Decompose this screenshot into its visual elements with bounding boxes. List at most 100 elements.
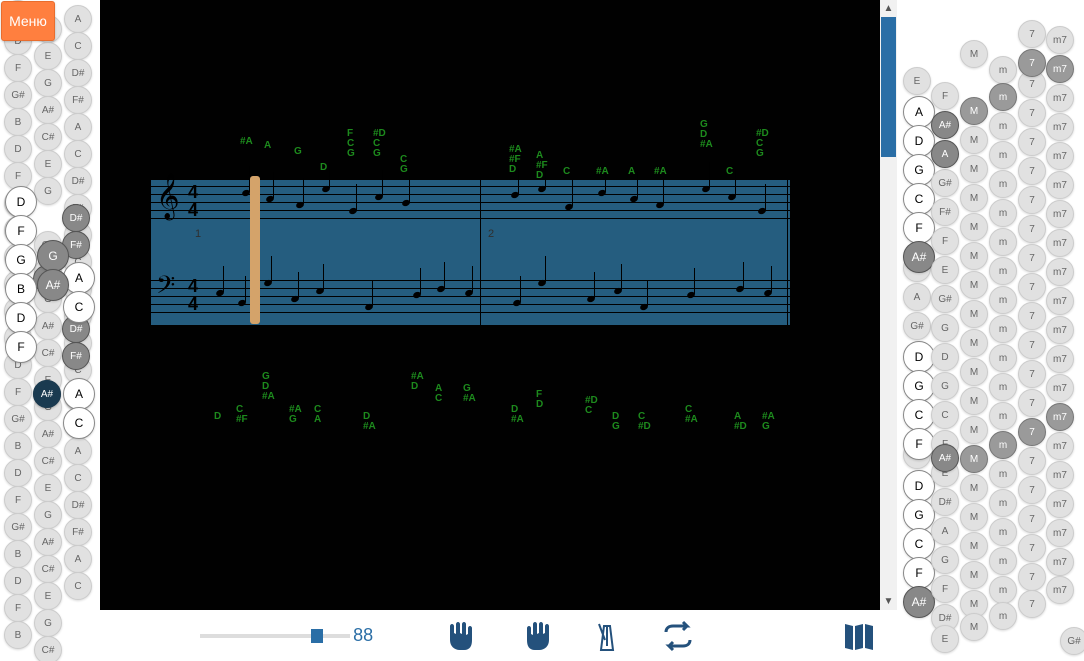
keyboard-button[interactable]: m bbox=[989, 56, 1017, 84]
keyboard-button[interactable]: m7 bbox=[1046, 490, 1074, 518]
keyboard-button[interactable]: A bbox=[931, 517, 959, 545]
keyboard-button[interactable]: F bbox=[931, 82, 959, 110]
keyboard-button[interactable]: 7 bbox=[1018, 331, 1046, 359]
keyboard-button[interactable]: A bbox=[64, 437, 92, 465]
keyboard-button[interactable]: m bbox=[989, 141, 1017, 169]
scroll-down-icon[interactable]: ▼ bbox=[880, 593, 897, 610]
keyboard-button[interactable]: m7 bbox=[1046, 461, 1074, 489]
keyboard-button[interactable]: B bbox=[4, 432, 32, 460]
keyboard-button[interactable]: G# bbox=[4, 513, 32, 541]
keyboard-button[interactable]: D# bbox=[64, 167, 92, 195]
keyboard-button[interactable]: 7 bbox=[1018, 99, 1046, 127]
metronome-button[interactable] bbox=[586, 614, 627, 658]
keyboard-button[interactable]: M bbox=[960, 503, 988, 531]
keyboard-button[interactable]: D bbox=[4, 459, 32, 487]
keyboard-button[interactable]: m7 bbox=[1046, 258, 1074, 286]
keyboard-button[interactable]: m bbox=[989, 83, 1017, 111]
keyboard-button[interactable]: C bbox=[63, 407, 95, 439]
keyboard-button[interactable]: m bbox=[989, 460, 1017, 488]
keyboard-button[interactable]: 7 bbox=[1018, 20, 1046, 48]
keyboard-button[interactable]: m7 bbox=[1046, 113, 1074, 141]
keyboard-button[interactable]: 7 bbox=[1018, 418, 1046, 446]
keyboard-button[interactable]: m bbox=[989, 170, 1017, 198]
keyboard-button[interactable]: G# bbox=[903, 312, 931, 340]
keyboard-button[interactable]: m bbox=[989, 576, 1017, 604]
keyboard-button[interactable]: G# bbox=[931, 169, 959, 197]
keyboard-button[interactable]: G bbox=[931, 314, 959, 342]
keyboard-button[interactable]: m bbox=[989, 547, 1017, 575]
keyboard-button[interactable]: F# bbox=[64, 518, 92, 546]
keyboard-button[interactable]: F bbox=[5, 331, 37, 363]
keyboard-button[interactable]: G bbox=[34, 69, 62, 97]
keyboard-button[interactable]: m7 bbox=[1046, 576, 1074, 604]
keyboard-button[interactable]: D bbox=[5, 302, 37, 334]
keyboard-button[interactable]: A bbox=[63, 378, 95, 410]
tempo-slider[interactable] bbox=[200, 628, 341, 644]
keyboard-button[interactable]: F# bbox=[931, 198, 959, 226]
keyboard-button[interactable]: C bbox=[931, 401, 959, 429]
keyboard-button[interactable]: m bbox=[989, 257, 1017, 285]
keyboard-button[interactable]: F# bbox=[64, 86, 92, 114]
keyboard-button[interactable]: A# bbox=[34, 96, 62, 124]
keyboard-button[interactable]: m bbox=[989, 489, 1017, 517]
keyboard-button[interactable]: G bbox=[931, 546, 959, 574]
keyboard-button[interactable]: C# bbox=[34, 123, 62, 151]
keyboard-button[interactable]: C# bbox=[34, 636, 62, 661]
keyboard-button[interactable]: m7 bbox=[1046, 403, 1074, 431]
keyboard-button[interactable]: m7 bbox=[1046, 200, 1074, 228]
keyboard-button[interactable]: G bbox=[34, 501, 62, 529]
keyboard-button[interactable]: m bbox=[989, 402, 1017, 430]
keyboard-button[interactable]: 7 bbox=[1018, 476, 1046, 504]
keyboard-button[interactable]: M bbox=[960, 40, 988, 68]
keyboard-button[interactable]: 7 bbox=[1018, 447, 1046, 475]
keyboard-button[interactable]: A bbox=[903, 283, 931, 311]
keyboard-button[interactable]: C# bbox=[34, 339, 62, 367]
keyboard-button[interactable]: 7 bbox=[1018, 273, 1046, 301]
keyboard-button[interactable]: C bbox=[64, 140, 92, 168]
keyboard-button[interactable]: F bbox=[5, 215, 37, 247]
keyboard-button[interactable]: C# bbox=[34, 555, 62, 583]
keyboard-button[interactable]: 7 bbox=[1018, 590, 1046, 618]
keyboard-button[interactable]: M bbox=[960, 561, 988, 589]
keyboard-button[interactable]: M bbox=[960, 474, 988, 502]
keyboard-button[interactable]: m bbox=[989, 315, 1017, 343]
keyboard-button[interactable]: F bbox=[931, 575, 959, 603]
keyboard-button[interactable]: M bbox=[960, 97, 988, 125]
keyboard-button[interactable]: M bbox=[960, 213, 988, 241]
keyboard-button[interactable]: 7 bbox=[1018, 49, 1046, 77]
keyboard-button[interactable]: M bbox=[960, 532, 988, 560]
keyboard-button[interactable]: 7 bbox=[1018, 505, 1046, 533]
keyboard-button[interactable]: 7 bbox=[1018, 302, 1046, 330]
keyboard-button[interactable]: A bbox=[64, 545, 92, 573]
keyboard-button[interactable]: m7 bbox=[1046, 345, 1074, 373]
keyboard-button[interactable]: 7 bbox=[1018, 215, 1046, 243]
keyboard-button[interactable]: F# bbox=[62, 342, 90, 370]
keyboard-button[interactable]: m7 bbox=[1046, 229, 1074, 257]
keyboard-button[interactable]: G bbox=[931, 372, 959, 400]
keyboard-button[interactable]: E bbox=[931, 625, 959, 653]
keyboard-button[interactable]: D# bbox=[64, 491, 92, 519]
keyboard-button[interactable]: G# bbox=[931, 285, 959, 313]
keyboard-button[interactable]: m bbox=[989, 228, 1017, 256]
slider-handle[interactable] bbox=[311, 629, 323, 643]
keyboard-button[interactable]: B bbox=[5, 273, 37, 305]
keyboard-button[interactable]: E bbox=[34, 582, 62, 610]
keyboard-button[interactable]: D# bbox=[62, 204, 90, 232]
keyboard-button[interactable]: m bbox=[989, 344, 1017, 372]
keyboard-button[interactable]: 7 bbox=[1018, 389, 1046, 417]
keyboard-button[interactable]: 7 bbox=[1018, 563, 1046, 591]
keyboard-button[interactable]: C bbox=[64, 32, 92, 60]
keyboard-button[interactable]: M bbox=[960, 416, 988, 444]
keyboard-button[interactable]: m bbox=[989, 286, 1017, 314]
keyboard-button[interactable]: M bbox=[960, 184, 988, 212]
keyboard-button[interactable]: m7 bbox=[1046, 316, 1074, 344]
keyboard-button[interactable]: D bbox=[4, 135, 32, 163]
keyboard-button[interactable]: A# bbox=[34, 420, 62, 448]
keyboard-button[interactable]: A# bbox=[34, 528, 62, 556]
keyboard-button[interactable]: C# bbox=[34, 447, 62, 475]
keyboard-button[interactable]: G bbox=[34, 609, 62, 637]
keyboard-button[interactable]: G# bbox=[1060, 627, 1084, 655]
view-button[interactable] bbox=[839, 614, 880, 658]
keyboard-button[interactable]: A# bbox=[37, 269, 69, 301]
keyboard-button[interactable]: m7 bbox=[1046, 55, 1074, 83]
